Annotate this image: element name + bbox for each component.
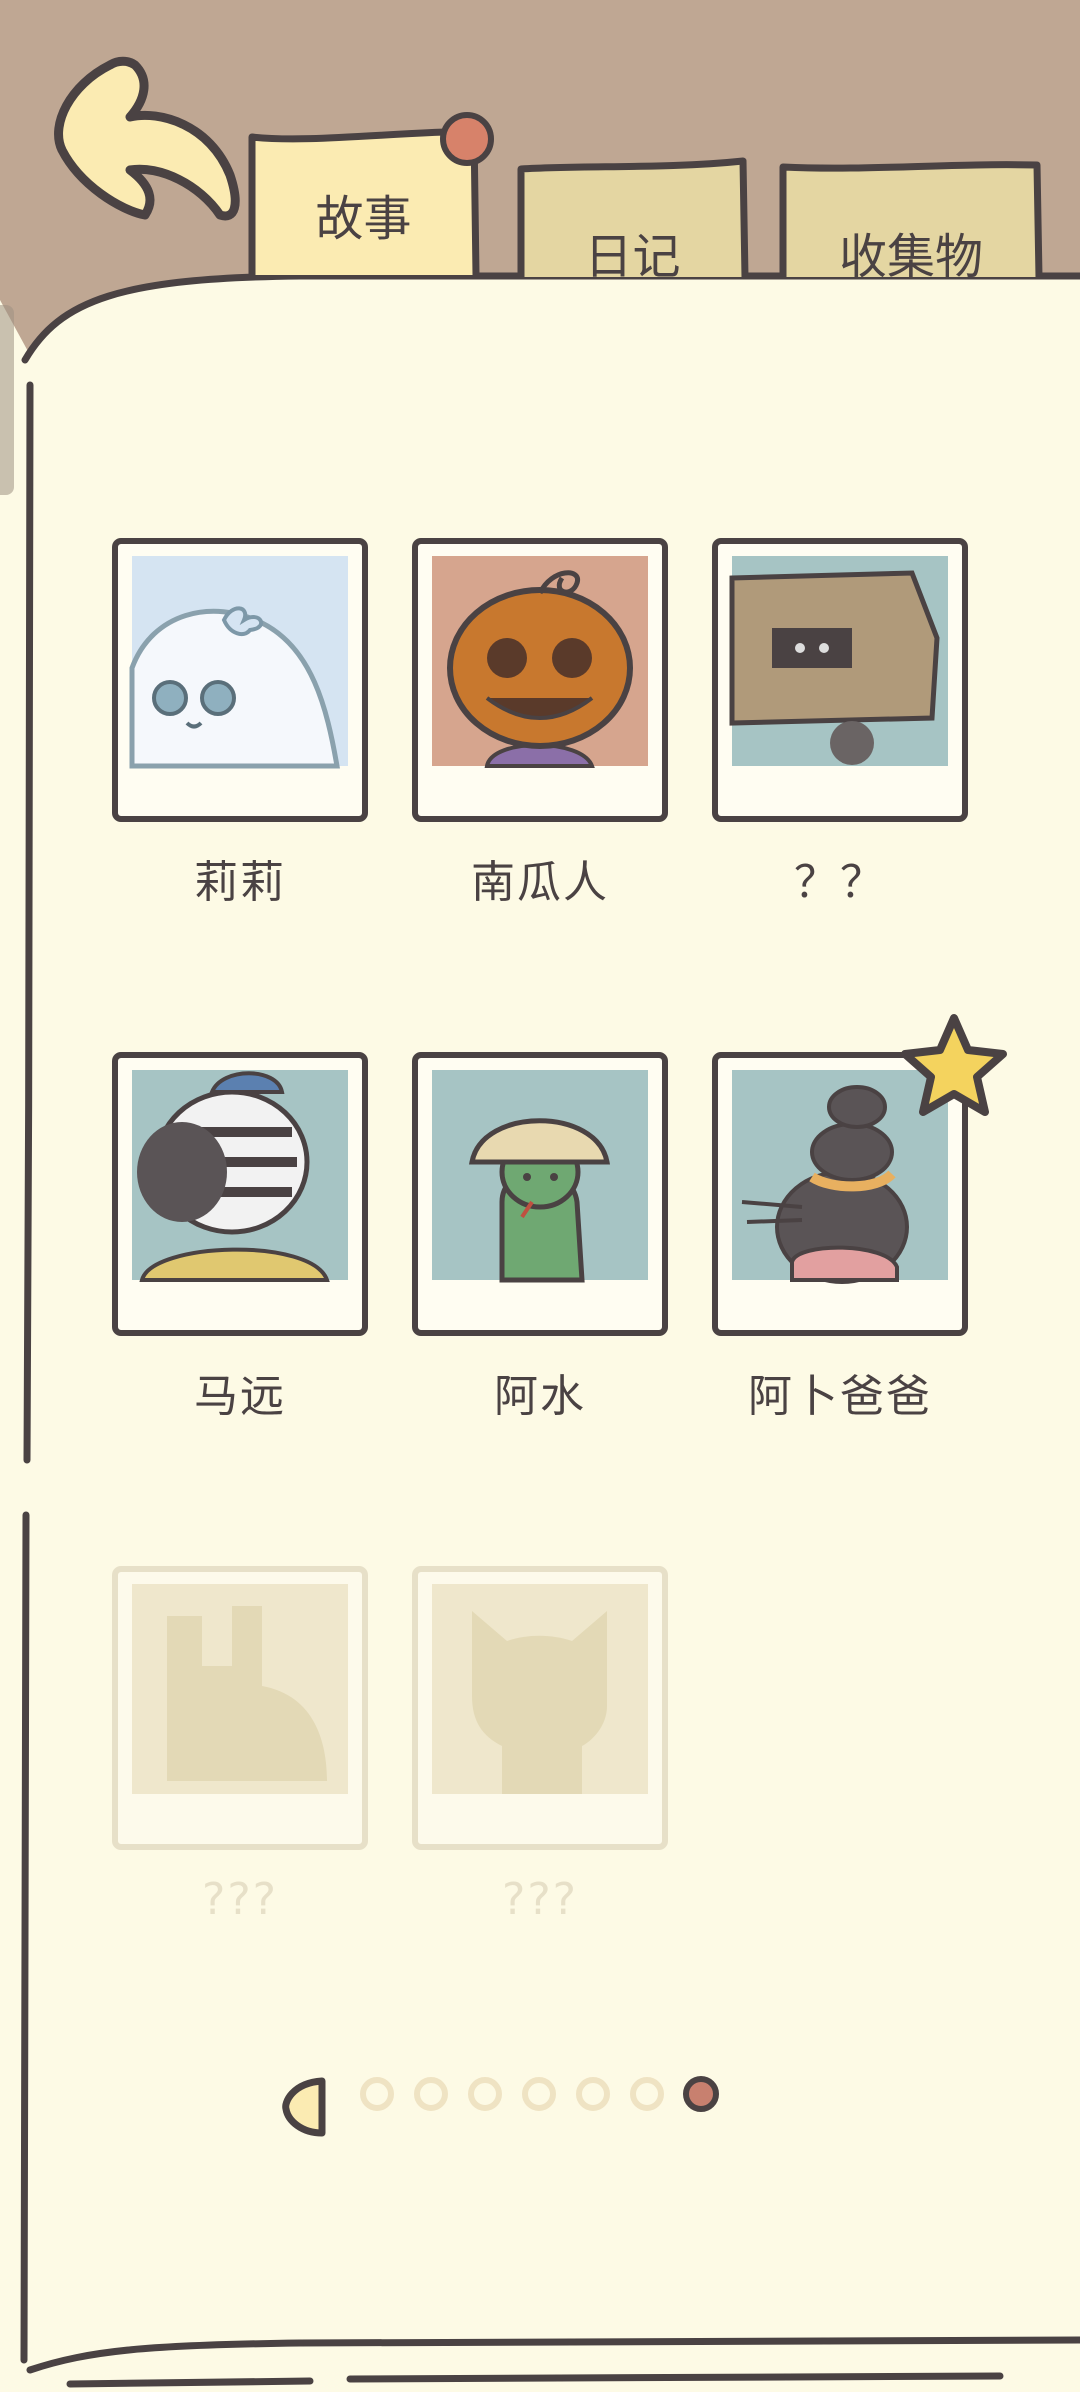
tab-story-label: 故事 (315, 191, 412, 247)
locked-character-card[interactable]: ??? (112, 1566, 368, 1926)
page-dot[interactable] (628, 2075, 666, 2113)
character-name: 南瓜人 (471, 857, 609, 908)
portrait-ghost-girl (112, 538, 368, 822)
page-dot[interactable] (520, 2075, 558, 2113)
tab-collection[interactable]: 收集物 (777, 157, 1045, 285)
tab-diary[interactable]: 日记 (515, 155, 750, 285)
side-scroll-tab[interactable] (0, 305, 14, 495)
character-card[interactable]: 莉莉 (112, 538, 368, 908)
page-dot[interactable] (358, 2075, 396, 2113)
character-name: ??? (201, 1874, 279, 1925)
portrait-pumpkin-head (412, 538, 668, 822)
character-name: 阿卜爸爸 (748, 1371, 932, 1422)
character-card[interactable]: ？？ (712, 538, 968, 908)
page-indicator (280, 2075, 740, 2137)
character-name: 莉莉 (194, 857, 286, 908)
pin-icon (440, 112, 494, 166)
portrait-cat-silhouette (412, 1566, 668, 1850)
star-icon (901, 1014, 1007, 1116)
tab-diary-label: 日记 (584, 229, 681, 285)
character-card[interactable]: 南瓜人 (412, 538, 668, 908)
page-dot[interactable] (412, 2075, 450, 2113)
locked-character-card[interactable]: ??? (412, 1566, 668, 1926)
page-dot-active[interactable] (682, 2075, 720, 2113)
character-name: ??? (501, 1874, 579, 1925)
portrait-rabbit-silhouette (112, 1566, 368, 1850)
page-dot[interactable] (466, 2075, 504, 2113)
portrait-box-head (712, 538, 968, 822)
portrait-snake (412, 1052, 668, 1336)
back-arrow-icon[interactable] (50, 55, 250, 235)
character-name: 马远 (194, 1371, 286, 1422)
tab-collection-label: 收集物 (838, 229, 983, 285)
prev-page-icon[interactable] (280, 2075, 330, 2139)
character-name: ？？ (794, 857, 886, 908)
character-card[interactable]: 阿水 (412, 1052, 668, 1422)
portrait-zebra (112, 1052, 368, 1336)
character-name: 阿水 (494, 1371, 586, 1422)
page-dot[interactable] (574, 2075, 612, 2113)
character-card[interactable]: 马远 (112, 1052, 368, 1422)
